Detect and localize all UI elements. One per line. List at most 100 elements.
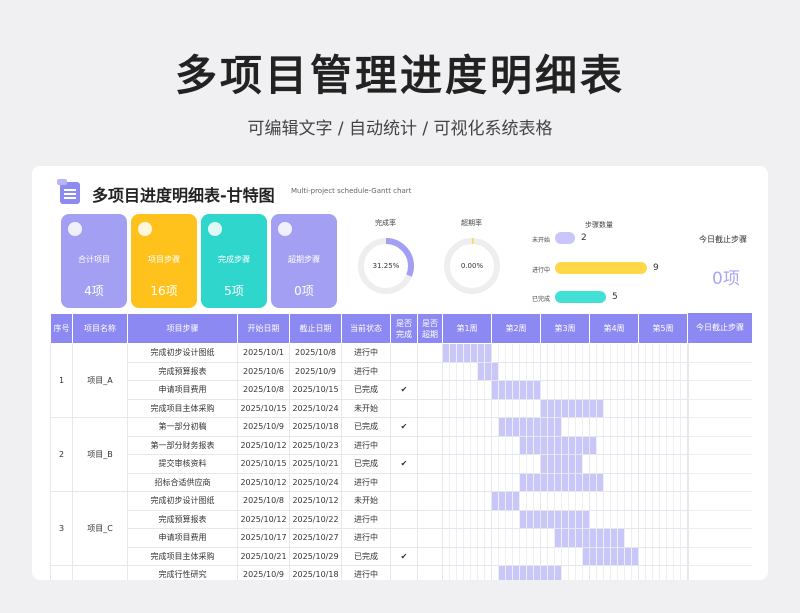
gantt-day [667, 473, 674, 491]
gantt-day [597, 455, 604, 473]
cell-project-name: 项目_A [72, 343, 128, 418]
gantt-day [639, 436, 646, 454]
gantt-day [674, 362, 681, 380]
gantt-day [625, 529, 632, 547]
gantt-day [674, 566, 681, 580]
gantt-day [618, 436, 625, 454]
gantt-day [569, 381, 576, 399]
gantt-day [450, 492, 457, 510]
gantt-week-cell [638, 361, 688, 381]
cell-end-date: 2025/10/15 [289, 380, 342, 400]
gantt-day [632, 381, 638, 399]
gantt-day [555, 529, 562, 547]
gantt-day [527, 529, 534, 547]
gantt-day [534, 400, 540, 418]
cell-done [390, 528, 418, 548]
gantt-day [443, 547, 450, 565]
gantt-day [681, 381, 687, 399]
table-row: 完成项目主体采购 2025/10/21 2025/10/29 已完成 ✔ [51, 546, 688, 566]
gantt-day [485, 548, 491, 566]
gantt-day [562, 344, 569, 362]
gantt-day [513, 362, 520, 380]
gantt-day [681, 548, 687, 566]
cell-project-name [72, 565, 128, 580]
gantt-day [660, 436, 667, 454]
gantt-day [590, 362, 597, 380]
gantt-day [653, 418, 660, 436]
gantt-day [590, 436, 597, 454]
gantt-day [443, 381, 450, 399]
gantt-day [653, 529, 660, 547]
gantt-day [499, 344, 506, 362]
gantt-day [443, 455, 450, 473]
cell-overdue [417, 343, 443, 363]
gantt-day [492, 399, 499, 417]
gantt-day [604, 529, 611, 547]
gantt-day [499, 547, 506, 565]
gantt-day [562, 566, 569, 580]
gantt-day [555, 547, 562, 565]
cell-project-name: 项目_B [72, 417, 128, 492]
gantt-day [464, 436, 471, 454]
gantt-week-cell [442, 343, 492, 363]
gantt-day [471, 344, 478, 362]
gantt-day [534, 455, 540, 473]
gantt-day [541, 492, 548, 510]
gantt-day [576, 547, 583, 565]
divider [688, 472, 752, 474]
cell-status: 进行中 [341, 343, 391, 363]
gantt-day [527, 492, 534, 510]
cell-start-date: 2025/10/8 [237, 491, 290, 511]
divider [688, 491, 752, 492]
gantt-day [576, 436, 583, 454]
gantt-day [492, 510, 499, 528]
gantt-day [583, 399, 589, 417]
gantt-day [520, 418, 527, 436]
gantt-day [681, 418, 687, 436]
gantt-week-cell [491, 380, 541, 400]
gantt-week-cell [442, 509, 492, 529]
divider [688, 435, 752, 437]
gantt-day [485, 529, 491, 547]
gantt-day [527, 399, 534, 417]
cell-start-date: 2025/10/12 [237, 435, 290, 455]
gantt-day [457, 436, 464, 454]
gantt-day [485, 566, 491, 580]
cell-start-date: 2025/10/17 [237, 528, 290, 548]
gantt-day [506, 344, 513, 362]
table-row: 申请项目费用 2025/10/17 2025/10/27 进行中 [51, 528, 688, 548]
gantt-day [625, 547, 632, 565]
gantt-day [450, 381, 457, 399]
gantt-day [541, 455, 548, 473]
gantt-day [527, 455, 534, 473]
gantt-day [478, 344, 485, 362]
gantt-day [513, 566, 520, 580]
gantt-day [548, 436, 555, 454]
table-row: 申请项目费用 2025/10/8 2025/10/15 已完成 ✔ [51, 380, 688, 400]
gantt-day [625, 399, 632, 417]
gantt-day [590, 418, 597, 436]
gantt-day [590, 381, 597, 399]
gantt-day [562, 418, 569, 436]
gantt-day [667, 492, 674, 510]
gantt-day [583, 529, 589, 547]
gantt-day [681, 437, 687, 455]
gantt-day [674, 381, 681, 399]
gantt-day [457, 381, 464, 399]
gantt-day [618, 492, 625, 510]
gantt-day [674, 399, 681, 417]
gantt-week-cell [589, 343, 639, 363]
cell-project-name: 项目_C [72, 491, 128, 566]
gantt-day [534, 566, 540, 580]
gantt-day [471, 436, 478, 454]
gantt-week-cell [540, 491, 590, 511]
gantt-day [464, 399, 471, 417]
gantt-day [583, 492, 589, 510]
gantt-week-cell [491, 491, 541, 511]
step-count-label: 未开始 [532, 237, 551, 244]
gantt-day [653, 436, 660, 454]
gantt-day [646, 418, 653, 436]
table-header-row: 序号 项目名称 项目步骤 开始日期 截止日期 当前状态 是否 完成 是否 超期 … [50, 313, 688, 344]
gantt-day [590, 529, 597, 547]
gantt-day [632, 344, 638, 362]
